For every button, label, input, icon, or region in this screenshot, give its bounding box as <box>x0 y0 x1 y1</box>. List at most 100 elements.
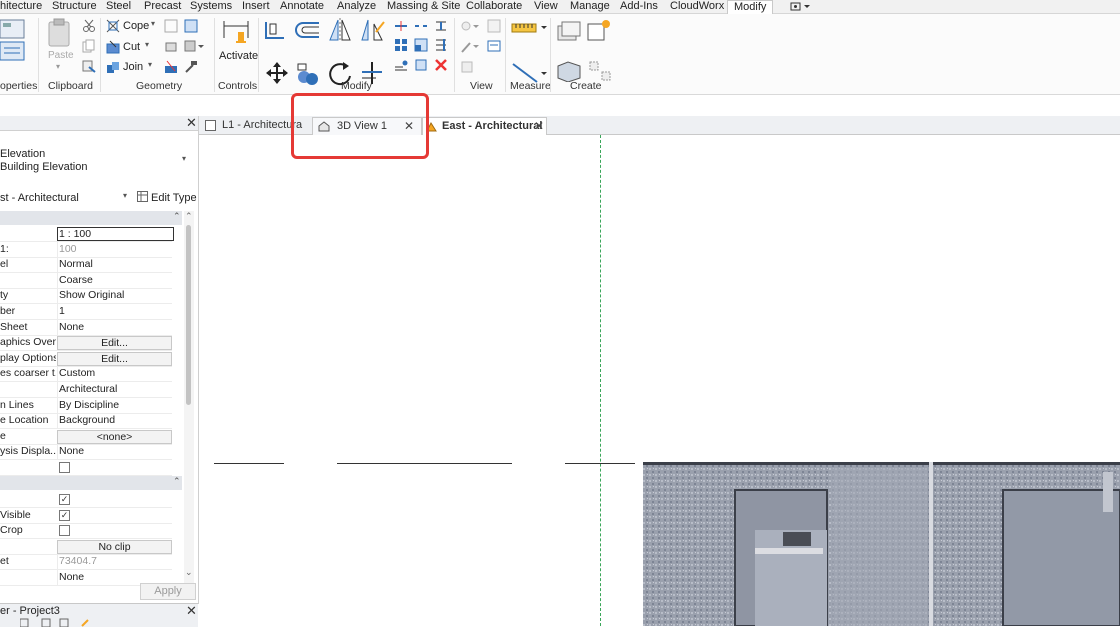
array-icon[interactable] <box>394 38 408 55</box>
collapse-icon[interactable]: ⌃ <box>173 211 181 222</box>
ribbon-tab-precast[interactable]: Precast <box>144 0 181 13</box>
join-label[interactable]: Join <box>123 61 143 73</box>
delete-icon[interactable] <box>434 58 448 75</box>
property-row[interactable]: el Normal <box>0 257 173 274</box>
cut-scissors-icon[interactable] <box>82 19 96 36</box>
instance-selector[interactable]: st - Architectural <box>0 192 79 204</box>
cope-dropdown-icon[interactable]: ▾ <box>151 19 155 28</box>
property-value[interactable]: By Discipline <box>57 397 173 413</box>
quick-access-dropdown-icon[interactable] <box>790 2 810 11</box>
ribbon-tab-structure[interactable]: Structure <box>52 0 97 13</box>
split-face-icon[interactable] <box>184 19 198 36</box>
property-value[interactable]: 1 <box>57 304 173 319</box>
property-row[interactable]: e <none> <box>0 429 172 445</box>
ribbon-tab-analyze[interactable]: Analyze <box>337 0 376 13</box>
apply-button[interactable]: Apply <box>140 583 196 600</box>
property-value[interactable]: Normal <box>57 257 173 273</box>
linework-brush-icon[interactable] <box>460 40 482 57</box>
edit-type-button[interactable]: Edit Type <box>151 192 197 204</box>
project-browser-close-icon[interactable]: ✕ <box>186 603 197 619</box>
hide-bulb-icon[interactable] <box>460 20 482 37</box>
tab-east-architectural[interactable]: East - Architectural ✕ <box>422 117 547 136</box>
ribbon-tab-insert[interactable]: Insert <box>242 0 270 13</box>
property-row[interactable]: Visible ✓ <box>0 508 172 524</box>
property-value[interactable]: Custom <box>57 366 173 382</box>
type-dropdown-icon[interactable]: ▾ <box>182 154 186 163</box>
cope-icon[interactable] <box>106 19 120 36</box>
hammer-icon[interactable] <box>184 60 198 77</box>
scrollbar-thumb[interactable] <box>186 225 191 405</box>
property-row[interactable]: Coarse <box>0 272 173 289</box>
wall-joins-icon[interactable] <box>164 19 178 36</box>
property-value-button[interactable]: Edit... <box>57 336 172 351</box>
cut-dropdown-icon[interactable]: ▾ <box>145 40 149 49</box>
property-row[interactable]: ty Show Original <box>0 288 172 305</box>
measure-tape-icon[interactable] <box>511 20 547 39</box>
copy-elements-icon[interactable] <box>296 62 320 89</box>
property-value[interactable]: Coarse <box>57 272 173 288</box>
hide-in-view-icon[interactable] <box>460 60 474 77</box>
property-checkbox[interactable] <box>59 462 70 473</box>
ribbon-tab-modify[interactable]: Modify <box>727 0 774 14</box>
properties-icon[interactable] <box>0 18 26 65</box>
split-tool-icon[interactable] <box>164 60 178 77</box>
ribbon-tab-add-ins[interactable]: Add-Ins <box>620 0 658 13</box>
cope-label[interactable]: Cope <box>123 20 149 32</box>
ribbon-tab-view[interactable]: View <box>534 0 558 13</box>
unpin-icon[interactable] <box>414 58 428 75</box>
property-checkbox[interactable]: ✓ <box>59 494 70 505</box>
instance-dropdown-icon[interactable]: ▾ <box>123 191 127 200</box>
ribbon-tab-manage[interactable]: Manage <box>570 0 610 13</box>
scroll-up-icon[interactable]: ⌃ <box>185 211 193 222</box>
property-row[interactable]: et 73404.7 <box>0 554 173 571</box>
copy-icon[interactable] <box>82 39 96 56</box>
type-selector[interactable]: Elevation Building Elevation ▾ <box>0 142 196 178</box>
property-value-button[interactable]: <none> <box>57 429 172 444</box>
property-checkbox[interactable] <box>59 525 70 537</box>
properties-scrollbar[interactable]: ⌃ ⌄ <box>184 211 194 583</box>
browser-toolbar-icons[interactable] <box>19 618 90 630</box>
scale-icon[interactable] <box>414 38 428 55</box>
cut-geometry-icon[interactable] <box>106 40 120 57</box>
property-value[interactable]: 1 : 100 <box>57 227 174 241</box>
property-value[interactable]: 100 <box>57 241 173 257</box>
view-dropdown-icon[interactable] <box>487 39 501 56</box>
property-row[interactable]: ✓ <box>0 492 172 508</box>
property-row[interactable]: n Lines By Discipline <box>0 397 173 414</box>
property-checkbox[interactable]: ✓ <box>59 509 70 521</box>
mirror-pick-axis-icon[interactable] <box>328 18 352 45</box>
property-row[interactable]: 1: 100 <box>0 241 173 258</box>
property-row[interactable]: Crop <box>0 523 172 540</box>
activate-label[interactable]: Activate <box>219 50 258 62</box>
ribbon-tab-massing-site[interactable]: Massing & Site <box>387 0 460 13</box>
tab-close-icon[interactable]: ✕ <box>534 118 544 135</box>
property-row[interactable]: aphics Over...Edit... <box>0 335 172 352</box>
create-assembly-icon[interactable] <box>556 20 582 45</box>
split-gap-icon[interactable] <box>414 20 428 35</box>
property-value[interactable]: Architectural <box>57 382 173 397</box>
trim-extend-single-icon[interactable] <box>434 20 448 35</box>
property-row[interactable]: ysis Displa... None <box>0 444 172 461</box>
group-header-extents[interactable]: ⌃ <box>0 476 182 490</box>
property-row[interactable]: 1 : 100 <box>0 226 174 242</box>
property-value-button[interactable]: No clip <box>57 539 172 554</box>
property-row[interactable] <box>0 460 172 476</box>
move-icon[interactable] <box>266 62 288 87</box>
pin-icon[interactable] <box>394 58 408 75</box>
paste-icon[interactable] <box>46 18 72 51</box>
ribbon-tab-steel[interactable]: Steel <box>106 0 131 13</box>
ribbon-tab-architecture[interactable]: hitecture <box>0 0 42 13</box>
property-row[interactable]: e Location Background <box>0 413 173 430</box>
join-icon[interactable] <box>106 60 120 77</box>
property-value[interactable]: 73404.7 <box>57 554 173 570</box>
collapse-icon[interactable]: ⌃ <box>173 476 181 487</box>
join-dropdown-icon[interactable]: ▾ <box>148 60 152 69</box>
drawing-canvas[interactable] <box>199 135 1120 627</box>
create-parts-icon[interactable] <box>586 18 612 45</box>
demolish-icon[interactable] <box>164 39 178 56</box>
property-row[interactable]: ber 1 <box>0 304 172 320</box>
match-properties-icon[interactable] <box>82 59 96 76</box>
property-value[interactable]: Background <box>57 413 173 429</box>
properties-close-icon[interactable]: ✕ <box>186 115 197 131</box>
property-row[interactable]: Architectural <box>0 382 172 398</box>
